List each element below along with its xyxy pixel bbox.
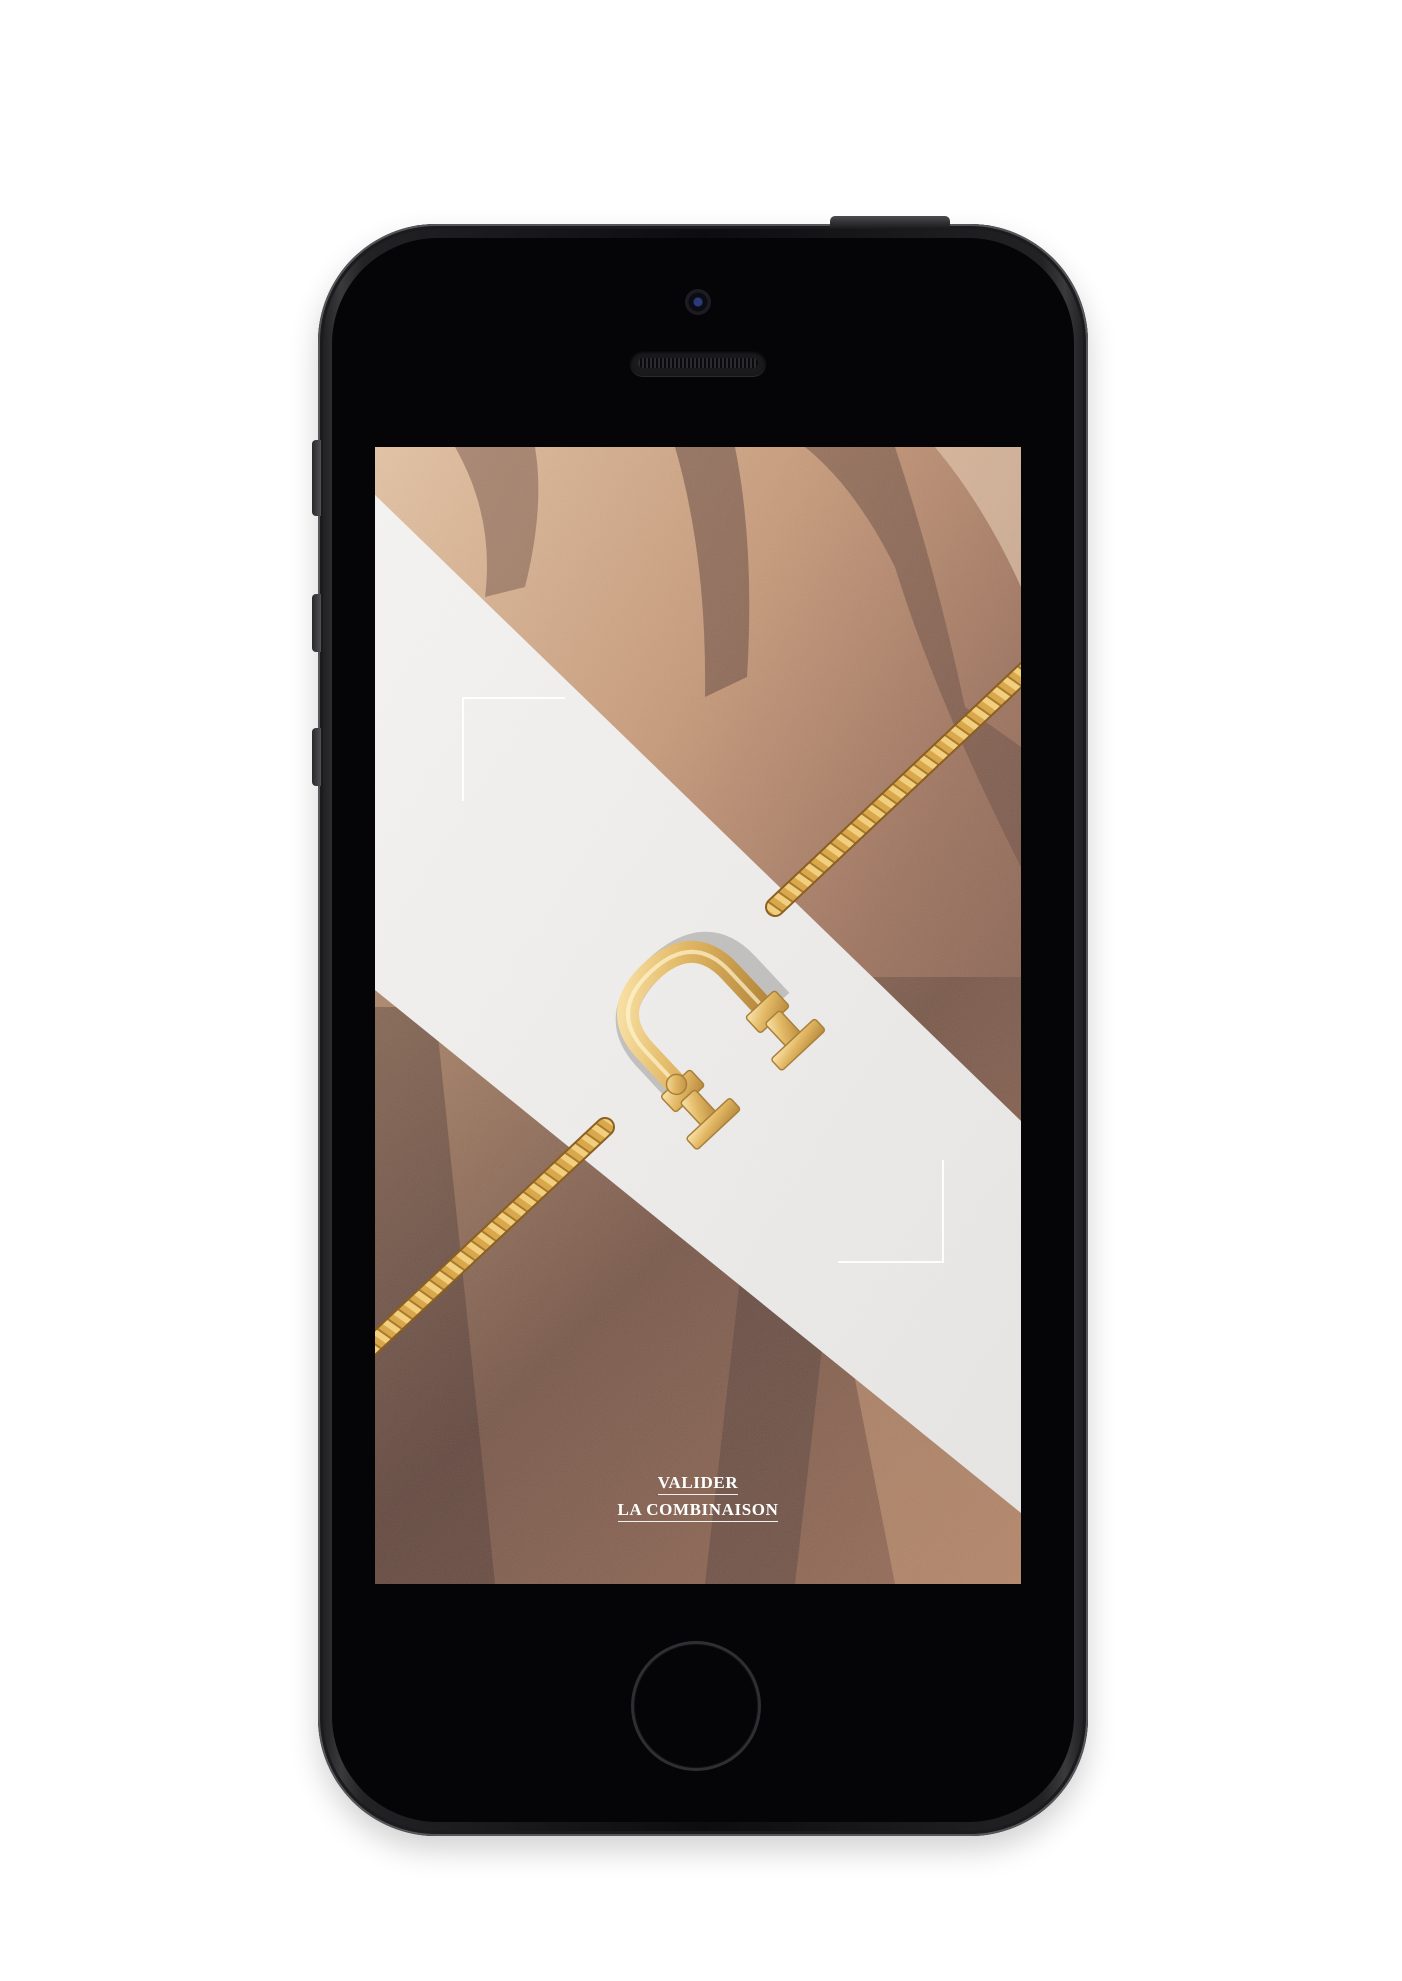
mute-switch xyxy=(312,440,321,516)
app-screen: VALIDER LA COMBINAISON xyxy=(375,447,1021,1584)
front-camera xyxy=(685,289,711,315)
bracelet-scene xyxy=(375,447,1021,1584)
power-button xyxy=(830,216,950,228)
validate-label-line1: VALIDER xyxy=(657,1472,739,1495)
earpiece-speaker xyxy=(630,350,766,376)
home-button[interactable] xyxy=(631,1641,761,1771)
volume-down-button xyxy=(312,728,321,786)
volume-up-button xyxy=(312,594,321,652)
validate-label-line2: LA COMBINAISON xyxy=(617,1499,779,1522)
validate-combination-button[interactable]: VALIDER LA COMBINAISON xyxy=(375,1469,1021,1523)
